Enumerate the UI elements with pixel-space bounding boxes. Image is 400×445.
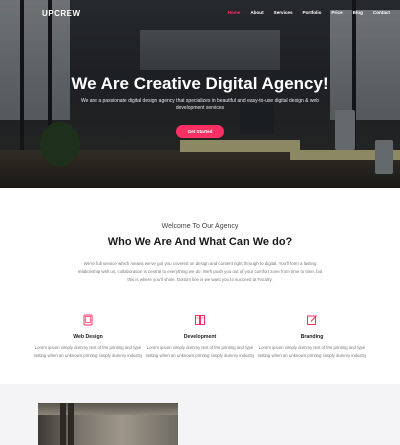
service-web-design: Web Design Lorem ipsum simply dummy text… <box>33 314 143 361</box>
main-nav: Home About Services Portfolio Price Blog… <box>228 10 390 15</box>
about-title: Who We Are And What Can We do? <box>107 236 293 248</box>
get-started-button[interactable]: Get Started <box>176 125 224 138</box>
service-name: Branding <box>300 334 324 340</box>
photo-column <box>68 403 74 445</box>
columns-icon <box>195 315 205 325</box>
service-desc: Lorem ipsum simply dummy text of the pri… <box>145 345 255 359</box>
service-name: Web Design <box>73 334 103 340</box>
about-text: We're full service which means we've got… <box>77 261 323 283</box>
office-photo <box>38 403 178 445</box>
nav-item-home[interactable]: Home <box>228 10 241 15</box>
hero-section: UPCREW Home About Services Portfolio Pri… <box>0 0 400 188</box>
service-name: Development <box>183 334 217 340</box>
service-desc: Lorem ipsum simply dummy text of the pri… <box>33 345 143 359</box>
nav-item-price[interactable]: Price <box>331 10 342 15</box>
nav-item-portfolio[interactable]: Portfolio <box>303 10 322 15</box>
nav-item-services[interactable]: Services <box>274 10 293 15</box>
brand-logo[interactable]: UPCREW <box>42 9 81 18</box>
nav-item-blog[interactable]: Blog <box>353 10 363 15</box>
service-desc: Lorem ipsum simply dummy text of the pri… <box>257 345 367 359</box>
service-development: Development Lorem ipsum simply dummy tex… <box>145 314 255 361</box>
edit-icon <box>307 315 317 325</box>
nav-item-about[interactable]: About <box>250 10 263 15</box>
tablet-icon <box>83 314 93 326</box>
photo-column <box>60 403 66 445</box>
nav-item-contact[interactable]: Contact <box>373 10 390 15</box>
hero-title: We Are Creative Digital Agency! <box>71 74 329 93</box>
service-branding: Branding Lorem ipsum simply dummy text o… <box>257 314 367 361</box>
hero-subtitle: We are a passionate digital design agenc… <box>80 98 320 111</box>
photo-ceiling <box>38 403 178 415</box>
about-kicker: Welcome To Our Agency <box>161 223 239 230</box>
hero-overlay <box>0 0 400 188</box>
